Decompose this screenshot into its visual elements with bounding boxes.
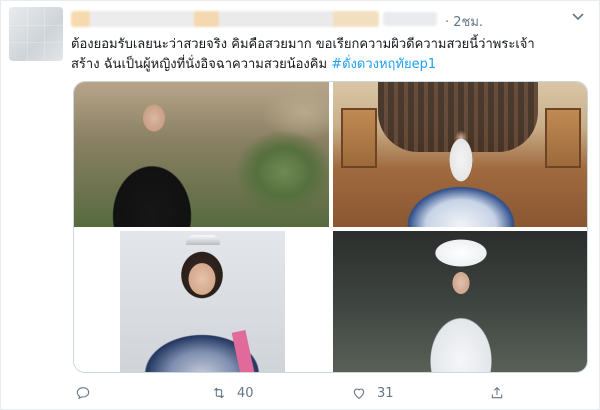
photo-1[interactable]	[74, 82, 329, 227]
retweet-icon	[213, 387, 225, 399]
tweet-actions: 40 31	[71, 383, 541, 403]
like-button[interactable]: 31	[351, 383, 394, 403]
tweet-card[interactable]: · 2ชม. ต้องยอมรับเลยนะว่าสวยจริง คิมคือส…	[0, 0, 600, 410]
reply-button[interactable]	[75, 383, 101, 403]
share-button[interactable]	[489, 383, 515, 403]
share-icon	[491, 386, 503, 399]
timestamp[interactable]: · 2ชม.	[445, 11, 483, 32]
photo-3[interactable]	[74, 231, 329, 372]
chevron-down-icon[interactable]	[569, 11, 587, 25]
like-count: 31	[377, 385, 394, 401]
tweet-header: · 2ชม.	[71, 9, 587, 31]
tweet-text: ต้องยอมรับเลยนะว่าสวยจริง คิมคือสวยมาก ข…	[71, 35, 581, 75]
avatar[interactable]	[9, 7, 63, 61]
tweet-text-line-2-body: สร้าง ฉันเป็นผู้หญิงที่นั่งอิจฉาความสวยน…	[71, 57, 328, 72]
author-handle-redacted[interactable]	[383, 12, 437, 26]
hashtag-link[interactable]: #ดั่งดวงหฤทัยep1	[331, 57, 436, 72]
reply-icon	[76, 387, 90, 400]
author-name-redacted[interactable]	[71, 11, 379, 27]
photo-grid	[73, 81, 588, 373]
retweet-button[interactable]: 40	[211, 383, 254, 403]
tweet-text-line-2: สร้าง ฉันเป็นผู้หญิงที่นั่งอิจฉาความสวยน…	[71, 55, 581, 75]
heart-icon	[353, 388, 365, 399]
photo-4[interactable]	[333, 231, 587, 372]
tweet-text-line-1: ต้องยอมรับเลยนะว่าสวยจริง คิมคือสวยมาก ข…	[71, 37, 535, 52]
photo-2[interactable]	[333, 82, 587, 227]
retweet-count: 40	[237, 385, 254, 401]
